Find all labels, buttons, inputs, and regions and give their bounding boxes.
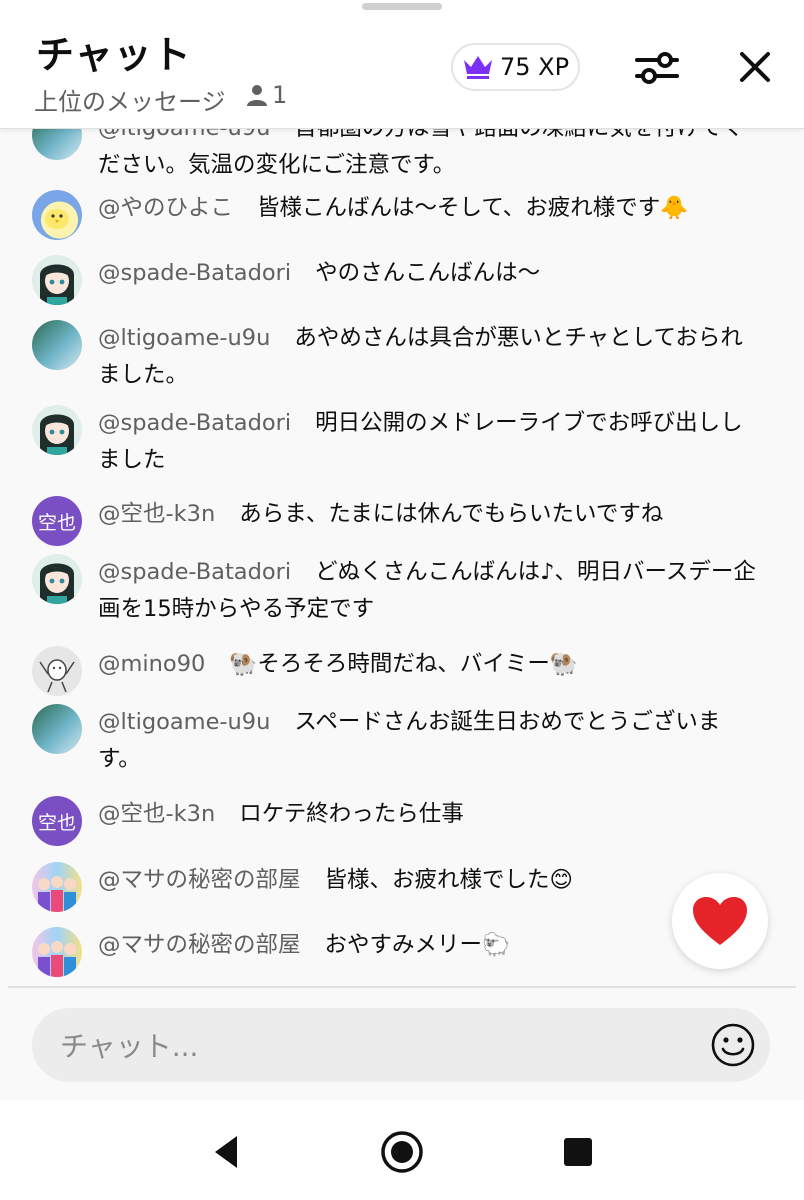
message-author[interactable]: @spade-Batadori: [98, 260, 291, 286]
message-author[interactable]: @やのひよこ: [98, 195, 233, 221]
anime-girl-avatar-icon: [40, 414, 74, 455]
message-body: @mino90 🐏そろそろ時間だね、バイミー🐏: [98, 646, 758, 683]
person-icon: [247, 85, 267, 106]
message-body: @マサの秘密の部屋 おやすみメリー🐑: [98, 927, 758, 964]
message-author[interactable]: @空也-k3n: [98, 801, 215, 827]
message-list[interactable]: @ltigoame-u9u 首都圏の方は雪や路面の凍結に気を付けてください。気温の…: [0, 128, 804, 986]
message-text: やのさんこんばんは〜: [315, 260, 541, 286]
message-body: @spade-Batadori どぬくさんこんばんは♪、明日バースデー企画を15時…: [98, 554, 758, 628]
message-body: @マサの秘密の部屋 皆様、お疲れ様でした😊: [98, 862, 758, 899]
avatar[interactable]: [32, 646, 82, 696]
avatar-initials: 空也: [37, 811, 76, 834]
avatar[interactable]: [32, 554, 82, 604]
message-author[interactable]: @ltigoame-u9u: [98, 709, 270, 735]
anime-girl-avatar-icon: [40, 563, 74, 604]
avatar[interactable]: [32, 704, 82, 754]
avatar[interactable]: 空也: [32, 796, 82, 846]
chick-avatar-icon: [45, 209, 69, 229]
smiley-icon: [711, 1023, 755, 1067]
message-text: ロケテ終わったら仕事: [239, 801, 464, 827]
close-button[interactable]: [734, 46, 776, 88]
avatar[interactable]: 空也: [32, 496, 82, 546]
group-avatar-icon: [38, 876, 76, 912]
xp-badge[interactable]: 75 XP: [451, 43, 580, 91]
message-author[interactable]: @spade-Batadori: [98, 410, 291, 436]
message-author[interactable]: @mino90: [98, 651, 205, 677]
sketch-avatar-icon: [39, 659, 75, 693]
message-author[interactable]: @spade-Batadori: [98, 559, 291, 585]
avatar[interactable]: [32, 190, 82, 240]
chat-input-bar: [32, 1008, 770, 1084]
home-circle-icon: [381, 1131, 423, 1173]
message-text: 皆様こんばんは〜そして、お疲れ様です🐥: [257, 195, 689, 221]
settings-button[interactable]: [632, 44, 682, 92]
viewer-count-value: 1: [272, 81, 288, 109]
message-author[interactable]: @ltigoame-u9u: [98, 325, 270, 351]
chat-mode-label[interactable]: 上位のメッセージ: [34, 82, 226, 117]
anime-girl-avatar-icon: [40, 264, 74, 305]
message-text: おやすみメリー🐑: [324, 932, 511, 958]
message-author[interactable]: @空也-k3n: [98, 501, 215, 527]
chat-header: チャット 上位のメッセージ 1 75 XP: [0, 0, 804, 129]
avatar[interactable]: [32, 862, 82, 912]
message-text: 🐏そろそろ時間だね、バイミー🐏: [229, 651, 578, 677]
heart-icon: [693, 897, 747, 945]
chat-title: チャット: [36, 33, 192, 77]
close-icon: [740, 52, 770, 82]
emoji-button[interactable]: [710, 1022, 756, 1068]
avatar[interactable]: [32, 320, 82, 370]
like-button[interactable]: [672, 873, 768, 969]
avatar-initials: 空也: [37, 511, 76, 534]
avatar[interactable]: [32, 927, 82, 977]
system-nav-bar: [0, 1100, 804, 1200]
avatar[interactable]: [32, 255, 82, 305]
sliders-icon: [635, 52, 679, 84]
group-avatar-icon: [38, 941, 76, 977]
message-author[interactable]: @ltigoame-u9u: [98, 128, 270, 141]
message-body: @ltigoame-u9u あやめさんは具合が悪いとチャとしておられました。: [98, 320, 758, 394]
message-body: @spade-Batadori やのさんこんばんは〜: [98, 255, 758, 292]
nav-back-button[interactable]: [204, 1130, 248, 1174]
divider: [8, 986, 796, 988]
message-body: @やのひよこ 皆様こんばんは〜そして、お疲れ様です🐥: [98, 190, 758, 227]
chat-input[interactable]: [58, 1008, 682, 1084]
message-text: あらま、たまには休んでもらいたいですね: [239, 501, 664, 527]
message-author[interactable]: @マサの秘密の部屋: [98, 867, 301, 893]
nav-home-button[interactable]: [380, 1130, 424, 1174]
message-body: @ltigoame-u9u 首都圏の方は雪や路面の凍結に気を付けてください。気温の…: [98, 128, 758, 184]
nav-recent-button[interactable]: [556, 1130, 600, 1174]
xp-label: 75 XP: [499, 53, 570, 81]
message-text: 皆様、お疲れ様でした😊: [324, 867, 573, 893]
avatar[interactable]: [32, 128, 82, 160]
viewer-count: 1: [246, 81, 287, 109]
drag-handle[interactable]: [362, 3, 442, 10]
avatar[interactable]: [32, 405, 82, 455]
message-author[interactable]: @マサの秘密の部屋: [98, 932, 301, 958]
message-body: @spade-Batadori 明日公開のメドレーライブでお呼び出ししました: [98, 405, 758, 479]
message-body: @ltigoame-u9u スペードさんお誕生日おめでとうございます。: [98, 704, 758, 778]
message-body: @空也-k3n あらま、たまには休んでもらいたいですね: [98, 496, 758, 533]
message-body: @空也-k3n ロケテ終わったら仕事: [98, 796, 758, 833]
recent-square-icon: [564, 1138, 592, 1166]
back-triangle-icon: [215, 1136, 237, 1168]
crown-icon: [463, 56, 492, 79]
